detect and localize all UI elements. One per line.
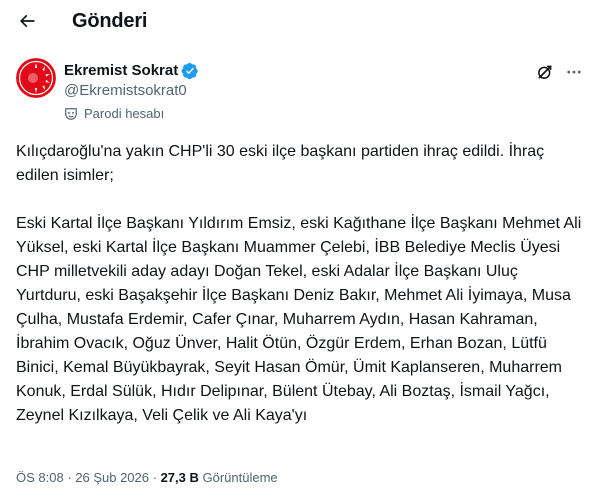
views-label: Görüntüleme (202, 470, 278, 485)
author-name-row: Ekremist Sokrat (64, 61, 199, 81)
grok-button[interactable] (530, 60, 560, 84)
tweet-text: Kılıçdaroğlu'na yakın CHP'li 30 eski ilç… (16, 140, 584, 428)
author-handle[interactable]: @Ekremistsokrat0 (64, 81, 187, 101)
mask-icon (64, 107, 78, 121)
chp-logo-avatar (16, 58, 56, 98)
author-display-name[interactable]: Ekremist Sokrat (64, 61, 178, 81)
back-button[interactable] (10, 4, 44, 38)
avatar[interactable] (16, 58, 56, 98)
grok-icon (538, 65, 552, 79)
tweet-text-intro: Kılıçdaroğlu'na yakın CHP'li 30 eski ilç… (16, 143, 545, 184)
parody-account-label: Parodi hesabı (64, 105, 164, 123)
meta-separator: · (63, 470, 76, 485)
views-count: 27,3 B (160, 470, 199, 485)
page-title: Gönderi (72, 10, 148, 32)
more-options-button[interactable] (560, 60, 588, 84)
more-horizontal-icon (567, 70, 581, 74)
tweet-date[interactable]: 26 Şub 2026 (75, 470, 149, 485)
tweet-text-names: Eski Kartal İlçe Başkanı Yıldırım Emsiz,… (16, 215, 582, 424)
verified-badge-icon (181, 62, 199, 80)
tweet-time[interactable]: ÖS 8:08 (16, 470, 64, 485)
tweet-meta: ÖS 8:08 · 26 Şub 2026 · 27,3 B Görüntüle… (16, 469, 278, 487)
parody-label-text: Parodi hesabı (84, 106, 165, 121)
arrow-left-icon (19, 14, 35, 28)
meta-separator: · (149, 470, 161, 485)
page-header: Gönderi (0, 0, 598, 44)
